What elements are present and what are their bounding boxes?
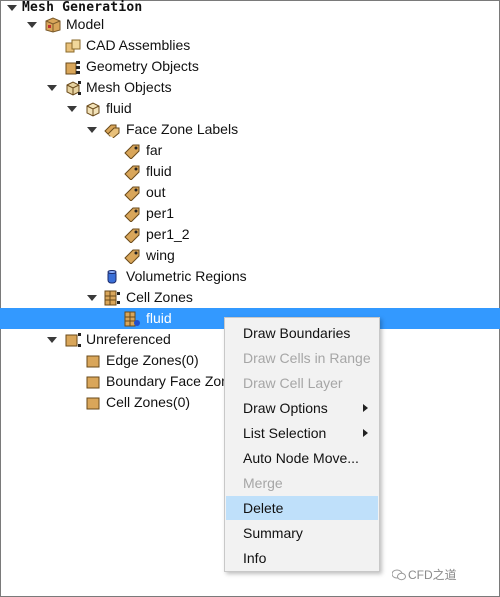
model-box-icon: [45, 17, 61, 33]
mesh-object-cube-icon: [85, 101, 101, 117]
submenu-arrow-icon: [363, 404, 368, 412]
tree-label: fluid: [146, 310, 172, 326]
menu-item-label: List Selection: [243, 425, 327, 441]
cylinder-icon: [104, 269, 120, 285]
menu-item-draw-options[interactable]: Draw Options: [226, 396, 378, 420]
zone-box-icon: [85, 395, 101, 411]
tag-icon: [124, 227, 140, 243]
geometry-objects-icon: [65, 59, 81, 75]
tree-label: fluid: [146, 163, 172, 179]
tree-label: Geometry Objects: [86, 58, 199, 74]
menu-item-info[interactable]: Info: [226, 546, 378, 570]
tree-node-model[interactable]: Model: [0, 14, 500, 35]
menu-item-merge: Merge: [226, 471, 378, 495]
menu-item-label: Draw Options: [243, 400, 328, 416]
menu-item-list-selection[interactable]: List Selection: [226, 421, 378, 445]
tag-icon: [124, 164, 140, 180]
tree-node-fluid-object[interactable]: fluid: [0, 98, 500, 119]
tree-node-label-wing[interactable]: wing: [0, 245, 500, 266]
zone-box-icon: [85, 353, 101, 369]
cell-zone-icon: [124, 311, 140, 327]
unreferenced-icon: [65, 332, 81, 348]
tag-icon: [124, 143, 140, 159]
expand-arrow-icon[interactable]: [86, 119, 98, 140]
menu-item-summary[interactable]: Summary: [226, 521, 378, 545]
submenu-arrow-icon: [363, 429, 368, 437]
tree-node-label-far[interactable]: far: [0, 140, 500, 161]
tag-icon: [124, 206, 140, 222]
tree-label: far: [146, 142, 163, 158]
tree-label: CAD Assemblies: [86, 37, 191, 53]
tag-icon: [124, 248, 140, 264]
tree-node-label-per1[interactable]: per1: [0, 203, 500, 224]
menu-item-label: Delete: [243, 500, 284, 516]
tree-node-mesh-objects[interactable]: Mesh Objects: [0, 77, 500, 98]
tree-label: Face Zone Labels: [126, 121, 239, 137]
menu-item-delete[interactable]: Delete: [226, 496, 378, 520]
tree-node-cell-zones[interactable]: Cell Zones: [0, 287, 500, 308]
expand-arrow-icon[interactable]: [26, 14, 38, 35]
menu-item-label: Merge: [243, 475, 283, 491]
menu-item-draw-boundaries[interactable]: Draw Boundaries: [226, 321, 378, 345]
menu-item-label: Draw Cell Layer: [243, 375, 343, 391]
tree-label: Edge Zones(0): [106, 352, 199, 368]
tree-label: Cell Zones: [126, 289, 193, 305]
tree-label: fluid: [106, 100, 132, 116]
tree-label: per1: [146, 205, 175, 221]
tree-node-label-per1-2[interactable]: per1_2: [0, 224, 500, 245]
tree-node-label-out[interactable]: out: [0, 182, 500, 203]
tree-label: Mesh Objects: [86, 79, 172, 95]
tree-label: Cell Zones(0): [106, 394, 191, 410]
tree-label: out: [146, 184, 166, 200]
tree-node-face-zone-labels[interactable]: Face Zone Labels: [0, 119, 500, 140]
menu-item-draw-cells-in-range: Draw Cells in Range: [226, 346, 378, 370]
tree-node-label-fluid[interactable]: fluid: [0, 161, 500, 182]
tree-label: per1_2: [146, 226, 190, 242]
tree-label: Boundary Face Zon: [106, 373, 229, 389]
menu-item-label: Draw Boundaries: [243, 325, 351, 341]
expand-arrow-icon[interactable]: [66, 98, 78, 119]
cell-zones-icon: [104, 290, 120, 306]
menu-item-label: Summary: [243, 525, 303, 541]
cad-assembly-icon: [65, 38, 81, 54]
context-menu: Draw Boundaries Draw Cells in Range Draw…: [224, 317, 380, 572]
mesh-objects-icon: [65, 80, 81, 96]
expand-arrow-icon[interactable]: [86, 287, 98, 308]
zone-box-icon: [85, 374, 101, 390]
watermark: CFD之道: [408, 568, 457, 582]
expand-arrow-icon[interactable]: [46, 77, 58, 98]
tree-label: Volumetric Regions: [126, 268, 247, 284]
tree-label: Unreferenced: [86, 331, 171, 347]
expand-arrow-icon[interactable]: [46, 329, 58, 350]
tree-node-cad-assemblies[interactable]: CAD Assemblies: [0, 35, 500, 56]
menu-item-label: Draw Cells in Range: [243, 350, 371, 366]
tags-icon: [104, 122, 120, 138]
tree-node-volumetric-regions[interactable]: Volumetric Regions: [0, 266, 500, 287]
tree-label: wing: [146, 247, 175, 263]
tree-node-geometry-objects[interactable]: Geometry Objects: [0, 56, 500, 77]
tree-label: Model: [66, 16, 105, 32]
tag-icon: [124, 185, 140, 201]
menu-item-label: Info: [243, 550, 267, 566]
menu-item-auto-node-move[interactable]: Auto Node Move...: [226, 446, 378, 470]
menu-item-draw-cell-layer: Draw Cell Layer: [226, 371, 378, 395]
wechat-icon: [391, 568, 406, 581]
menu-item-label: Auto Node Move...: [243, 450, 359, 466]
